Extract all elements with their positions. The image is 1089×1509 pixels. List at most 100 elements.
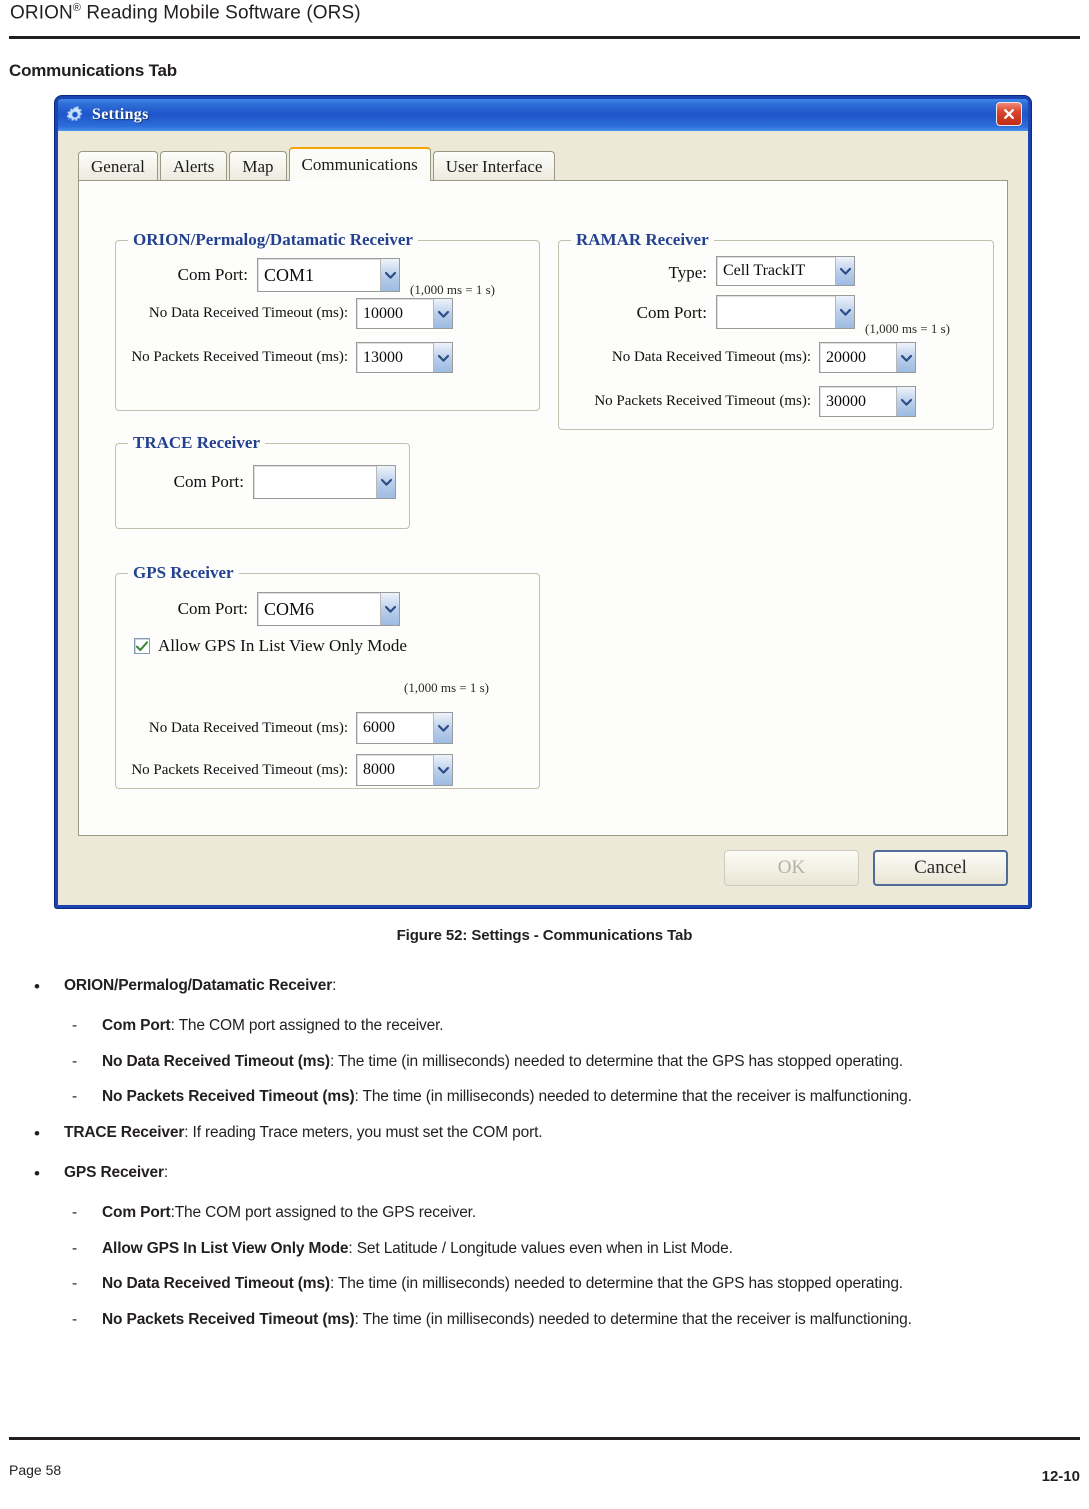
ok-button[interactable]: OK	[724, 850, 859, 886]
page-number-label: Page 58	[9, 1462, 62, 1478]
page-title: Communications Tab	[9, 61, 177, 80]
list-item-dash: - Allow GPS In List View Only Mode: Set L…	[72, 1238, 1089, 1259]
chevron-down-icon	[376, 466, 395, 498]
list-item-term: No Data Received Timeout (ms)	[102, 1275, 330, 1293]
dialog-titlebar[interactable]: Settings	[58, 99, 1028, 131]
chevron-down-icon	[433, 343, 452, 372]
dash-icon: -	[72, 1017, 78, 1035]
list-item-text: GPS Receiver:	[64, 1162, 1089, 1185]
page-header: ORION® Reading Mobile Software (ORS)	[0, 0, 1089, 40]
orion-no-packets-timeout-select[interactable]: 13000	[356, 342, 453, 373]
ramar-type-select[interactable]: Cell TrackIT	[716, 256, 855, 286]
gps-no-data-timeout-value: 6000	[363, 719, 395, 736]
group-orion-legend: ORION/Permalog/Datamatic Receiver	[128, 230, 418, 250]
tab-alerts[interactable]: Alerts	[159, 151, 228, 181]
list-item-description: : If reading Trace meters, you must set …	[184, 1123, 543, 1141]
list-item-bullet: • GPS Receiver:	[34, 1162, 1089, 1185]
orion-no-data-timeout-label: No Data Received Timeout (ms):	[148, 305, 348, 321]
chevron-down-icon	[380, 259, 399, 291]
running-head-title: ORION® Reading Mobile Software (ORS)	[10, 2, 361, 24]
gps-no-packets-timeout-value: 8000	[363, 761, 395, 778]
checkmark-icon	[134, 638, 150, 654]
group-trace-receiver: TRACE Receiver Com Port:	[115, 433, 410, 529]
tab-map[interactable]: Map	[229, 151, 287, 181]
dialog-title: Settings	[92, 106, 149, 123]
dialog-client-area: General Alerts Map Communications User I…	[61, 131, 1025, 902]
orion-no-packets-timeout-label: No Packets Received Timeout (ms):	[131, 349, 348, 365]
list-item-description: : The time (in milliseconds) needed to d…	[354, 1310, 912, 1328]
tab-user-interface[interactable]: User Interface	[432, 151, 556, 181]
figure-caption: Figure 52: Settings - Communications Tab	[396, 927, 693, 944]
gear-icon	[65, 105, 85, 125]
list-item-description: :The COM port assigned to the GPS receiv…	[170, 1204, 477, 1222]
orion-com-port-value: COM1	[264, 264, 315, 285]
list-item-dash: - No Data Received Timeout (ms): The time…	[72, 1273, 1089, 1294]
list-item-text: No Packets Received Timeout (ms): The ti…	[102, 1309, 1089, 1330]
orion-no-data-timeout-value: 10000	[363, 304, 403, 322]
body-content-list: • ORION/Permalog/Datamatic Receiver: - Com …	[0, 975, 1089, 1344]
gps-com-port-label: Com Port:	[177, 599, 248, 618]
list-item-term: GPS Receiver	[64, 1164, 164, 1182]
gps-no-data-timeout-label: No Data Received Timeout (ms):	[148, 720, 348, 736]
ramar-type-label: Type:	[668, 263, 707, 282]
list-item-text: Com Port:The COM port assigned to the GP…	[102, 1202, 1089, 1223]
dash-icon: -	[72, 1275, 78, 1293]
list-item-description: : The time (in milliseconds) needed to d…	[329, 1052, 903, 1070]
ramar-no-packets-timeout-select[interactable]: 30000	[819, 386, 916, 417]
tab-communications[interactable]: Communications	[288, 147, 431, 181]
settings-dialog: Settings General Alerts Map Communicatio…	[55, 96, 1031, 908]
tab-general-label: General	[91, 156, 145, 176]
ramar-com-port-label: Com Port:	[636, 303, 707, 322]
list-item-bullet: • TRACE Receiver: If reading Trace meters…	[34, 1122, 1089, 1145]
list-item-dash: - Com Port: The COM port assigned to the …	[72, 1015, 1089, 1036]
gps-no-packets-timeout-select[interactable]: 8000	[356, 754, 453, 786]
close-icon[interactable]	[996, 102, 1022, 126]
list-item-bullet: • ORION/Permalog/Datamatic Receiver:	[34, 975, 1089, 998]
bullet-icon: •	[34, 1123, 40, 1143]
gps-com-port-select[interactable]: COM6	[257, 592, 400, 626]
ramar-com-port-select[interactable]	[716, 295, 855, 329]
list-item-text: No Data Received Timeout (ms): The time …	[102, 1051, 1089, 1072]
list-item-description: : Set Latitude / Longitude values even w…	[348, 1239, 733, 1257]
list-item-description: : The time (in milliseconds) needed to d…	[329, 1275, 903, 1293]
list-item-term: Allow GPS In List View Only Mode	[102, 1239, 349, 1257]
running-head-main: ORION	[10, 2, 73, 24]
ramar-no-data-timeout-value: 20000	[826, 348, 866, 366]
list-item-term: TRACE Receiver	[64, 1123, 185, 1141]
settings-tabs: General Alerts Map Communications User I…	[78, 147, 1008, 181]
list-item-dash: - No Data Received Timeout (ms): The time…	[72, 1051, 1089, 1072]
orion-ms-note: (1,000 ms = 1 s)	[410, 282, 495, 297]
orion-com-port-select[interactable]: COM1	[257, 258, 400, 292]
gps-no-data-timeout-select[interactable]: 6000	[356, 712, 453, 744]
list-item-text: Allow GPS In List View Only Mode: Set La…	[102, 1238, 1089, 1259]
dash-icon: -	[72, 1239, 78, 1257]
trace-com-port-select[interactable]	[253, 465, 396, 499]
trace-com-port-label: Com Port:	[173, 472, 244, 491]
dash-icon: -	[72, 1310, 78, 1328]
orion-no-data-timeout-select[interactable]: 10000	[356, 298, 453, 329]
list-item-dash: - No Packets Received Timeout (ms): The t…	[72, 1086, 1089, 1107]
chevron-down-icon	[380, 593, 399, 625]
allow-gps-in-list-view-only-mode-checkbox[interactable]: Allow GPS In List View Only Mode	[134, 636, 407, 656]
running-head-rest: Reading Mobile Software (ORS)	[81, 2, 361, 24]
gps-no-packets-timeout-label: No Packets Received Timeout (ms):	[131, 762, 348, 778]
group-gps-legend: GPS Receiver	[128, 563, 239, 583]
dash-icon: -	[72, 1052, 78, 1070]
ramar-no-packets-timeout-value: 30000	[826, 392, 866, 410]
ramar-no-data-timeout-select[interactable]: 20000	[819, 342, 916, 373]
list-item-description: : The COM port assigned to the receiver.	[170, 1017, 444, 1035]
cancel-button[interactable]: Cancel	[873, 850, 1008, 886]
orion-no-packets-timeout-value: 13000	[363, 348, 403, 366]
list-item-term: No Packets Received Timeout (ms)	[102, 1310, 355, 1328]
gps-ms-note: (1,000 ms = 1 s)	[404, 680, 489, 695]
group-ramar-legend: RAMAR Receiver	[571, 230, 714, 250]
chevron-down-icon	[433, 299, 452, 328]
ramar-no-data-timeout-label: No Data Received Timeout (ms):	[611, 349, 811, 365]
gps-com-port-value: COM6	[264, 598, 315, 619]
dash-icon: -	[72, 1204, 78, 1222]
group-gps-receiver: GPS Receiver Com Port: COM6 Allow GPS In…	[115, 563, 540, 789]
header-divider	[9, 36, 1080, 39]
list-item-term: Com Port	[102, 1204, 171, 1222]
list-item-term: No Data Received Timeout (ms)	[102, 1052, 330, 1070]
tab-general[interactable]: General	[78, 151, 158, 181]
